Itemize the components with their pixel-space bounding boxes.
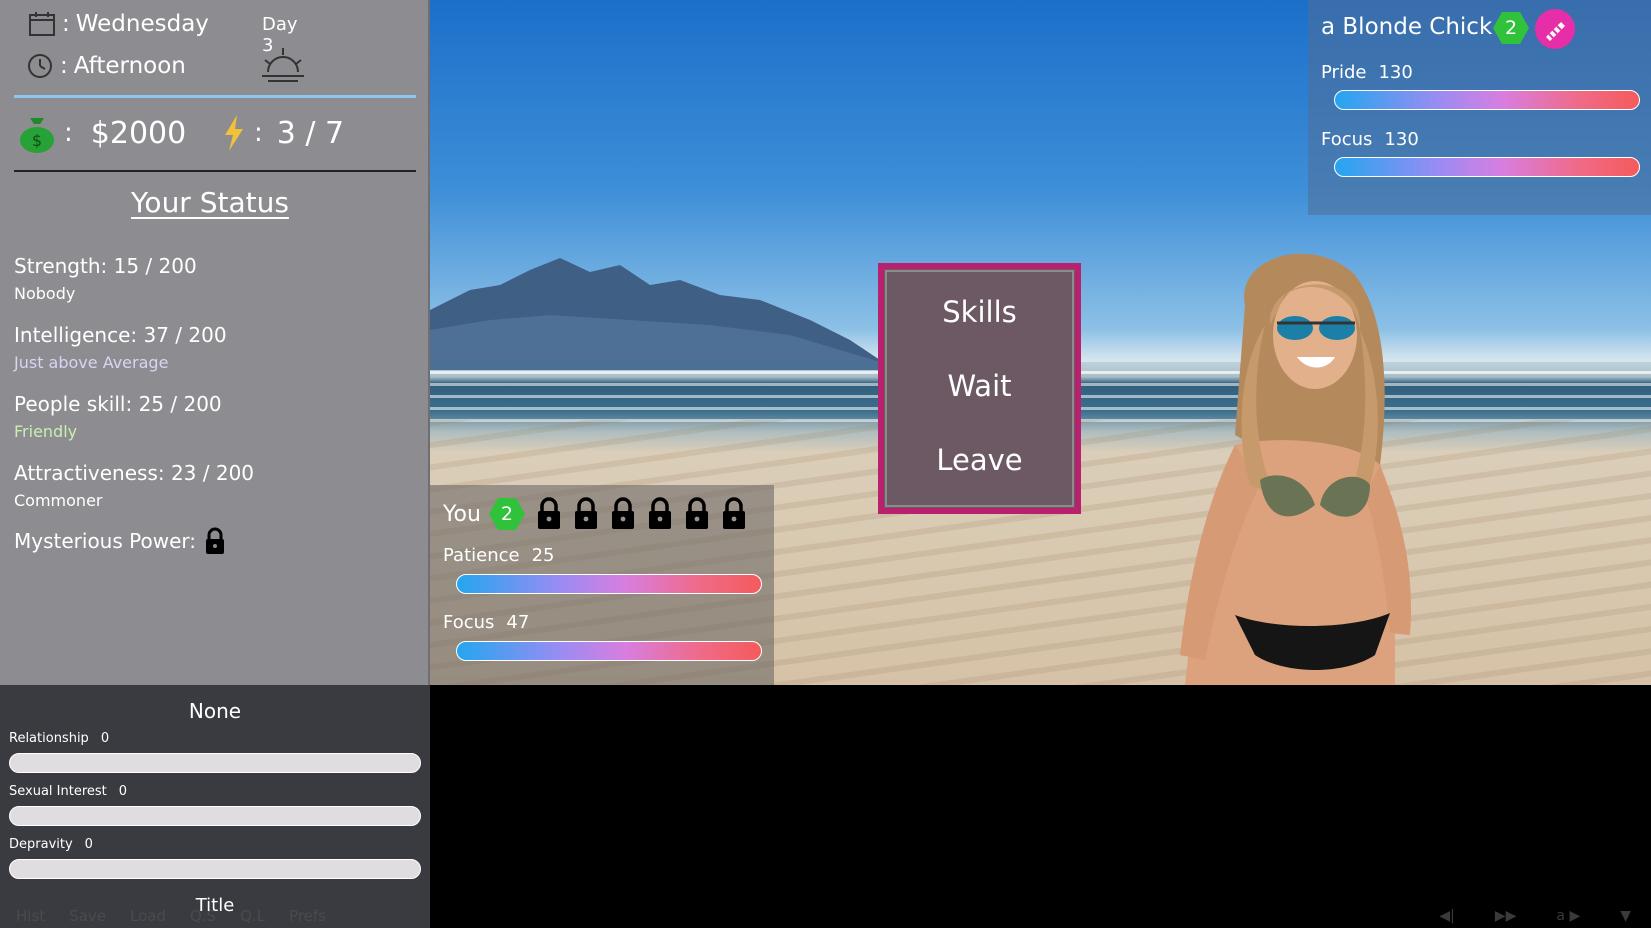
- patience-bar: [456, 574, 762, 594]
- status-sidebar: : Wednesday Day 3 : Afternoon $ : $2000: [0, 0, 430, 685]
- locked-skill-icon: [574, 497, 597, 529]
- day-name: Wednesday: [75, 11, 209, 37]
- calendar-icon: [29, 12, 55, 36]
- stat-rank: Commoner: [14, 491, 103, 510]
- patience-label: Patience 25: [443, 545, 555, 566]
- stat-intelligence: Intelligence: 37 / 200 Just above Averag…: [14, 323, 227, 372]
- stat-rank: Friendly: [14, 422, 78, 441]
- depravity-bar: [9, 859, 421, 879]
- time-of-day: Afternoon: [73, 53, 186, 79]
- stat-strength: Strength: 15 / 200 Nobody: [14, 254, 197, 303]
- stat-mysterious-power: Mysterious Power:: [14, 527, 226, 555]
- depravity-label: Depravity 0: [9, 837, 93, 852]
- leave-button[interactable]: Leave: [884, 443, 1075, 477]
- npc-focus-bar: [1334, 157, 1640, 177]
- relationship-panel: None Relationship 0 Sexual Interest 0 Depr…: [0, 685, 430, 928]
- npc-focus-label: Focus 130: [1321, 129, 1419, 150]
- money-bag-icon: $: [20, 118, 54, 153]
- hide-button[interactable]: ▼: [1620, 908, 1631, 924]
- player-status-panel: You 2 Patience 25 Focus 47: [430, 485, 774, 685]
- skip-button[interactable]: ▶▶: [1495, 908, 1517, 924]
- character-portrait: [1180, 253, 1411, 685]
- npc-status-panel: a Blonde Chick 2 Pride 130 Focus 130: [1308, 0, 1651, 215]
- player-header: You 2: [443, 497, 747, 531]
- money-value: $2000: [90, 115, 187, 151]
- relationship-target-name: None: [188, 699, 242, 723]
- skills-button[interactable]: Skills: [884, 295, 1075, 329]
- wait-button[interactable]: Wait: [884, 369, 1075, 403]
- player-focus-label: Focus 47: [443, 612, 530, 633]
- locked-skill-icon: [648, 497, 671, 529]
- stat-rank: Nobody: [14, 284, 76, 303]
- stat-rank: Just above Average: [14, 353, 169, 372]
- sexual-interest-label: Sexual Interest 0: [9, 784, 128, 799]
- divider: [14, 95, 416, 98]
- sexual-interest-bar: [9, 806, 421, 826]
- energy-value: 3 / 7: [276, 115, 345, 151]
- energy-row: : 3 / 7: [222, 114, 344, 152]
- status-title: Your Status: [131, 186, 289, 219]
- svg-text:$: $: [32, 131, 42, 150]
- money-row: $ : $2000: [18, 112, 186, 154]
- divider: [14, 170, 416, 172]
- action-menu: Skills Wait Leave: [878, 263, 1081, 514]
- relationship-label: Relationship 0: [9, 731, 110, 746]
- clock-icon: [28, 54, 52, 78]
- player-level-badge: 2: [488, 498, 525, 530]
- lightning-icon: [225, 115, 243, 151]
- player-label: You: [443, 501, 481, 527]
- locked-skill-icon: [611, 497, 634, 529]
- npc-name: a Blonde Chick: [1321, 14, 1493, 40]
- locked-skill-icon: [537, 497, 560, 529]
- rollback-button[interactable]: ◀|: [1439, 908, 1454, 924]
- time-row: : Afternoon: [26, 52, 186, 80]
- pride-label: Pride 130: [1321, 62, 1413, 83]
- auto-button[interactable]: a ▶: [1556, 908, 1580, 924]
- npc-level-badge: 2: [1493, 12, 1529, 44]
- mountain-image: [430, 258, 880, 370]
- dialog-box: ◀| ▶▶ a ▶ ▼: [430, 685, 1651, 928]
- stat-people-skill: People skill: 25 / 200 Friendly: [14, 392, 222, 441]
- stat-attractiveness: Attractiveness: 23 / 200 Commoner: [14, 461, 255, 510]
- relationship-bar: [9, 753, 421, 773]
- pride-bar: [1334, 90, 1640, 110]
- title-button[interactable]: Title: [0, 895, 430, 916]
- day-row: : Wednesday Day 3: [28, 10, 298, 56]
- sunset-icon: [262, 48, 304, 82]
- npc-trait-icon: [1535, 9, 1575, 49]
- dialog-controls: ◀| ▶▶ a ▶ ▼: [1439, 908, 1631, 924]
- locked-skill-icon: [685, 497, 708, 529]
- locked-skill-icon: [722, 497, 745, 529]
- lock-icon: [205, 527, 224, 554]
- player-focus-bar: [456, 641, 762, 661]
